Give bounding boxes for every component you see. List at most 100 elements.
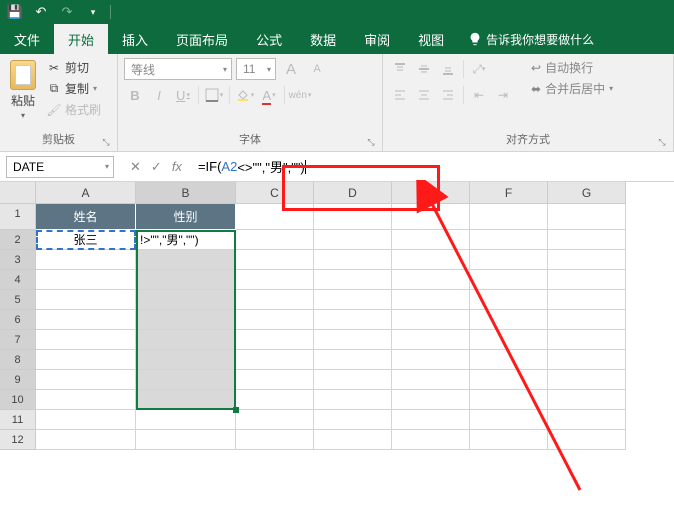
align-left-button[interactable] xyxy=(389,84,411,106)
confirm-formula-button[interactable]: ✓ xyxy=(151,159,162,175)
cell-B11[interactable] xyxy=(136,410,236,430)
cell[interactable] xyxy=(236,350,314,370)
cell-A7[interactable] xyxy=(36,330,136,350)
cell[interactable] xyxy=(548,430,626,450)
row-header-3[interactable]: 3 xyxy=(0,250,36,270)
dialog-launcher-icon[interactable]: ⤡ xyxy=(657,137,667,147)
cell[interactable] xyxy=(548,310,626,330)
cell[interactable] xyxy=(392,370,470,390)
align-middle-button[interactable] xyxy=(413,58,435,80)
align-bottom-button[interactable] xyxy=(437,58,459,80)
cell[interactable] xyxy=(392,330,470,350)
cancel-formula-button[interactable]: ✕ xyxy=(130,159,141,175)
col-header-B[interactable]: B xyxy=(136,182,236,204)
cell-A1[interactable]: 姓名 xyxy=(36,204,136,230)
format-painter-button[interactable]: 🖌 格式刷 xyxy=(44,100,104,119)
cell[interactable] xyxy=(548,290,626,310)
decrease-indent-button[interactable]: ⇤ xyxy=(468,84,490,106)
fill-color-button[interactable] xyxy=(234,84,256,106)
tab-formulas[interactable]: 公式 xyxy=(242,24,296,54)
align-right-button[interactable] xyxy=(437,84,459,106)
redo-icon[interactable]: ↷ xyxy=(58,3,76,21)
cell-B1[interactable]: 性别 xyxy=(136,204,236,230)
cell-C2[interactable] xyxy=(236,230,314,250)
tab-view[interactable]: 视图 xyxy=(404,24,458,54)
cell-F1[interactable] xyxy=(470,204,548,230)
cell-A6[interactable] xyxy=(36,310,136,330)
cell[interactable] xyxy=(392,410,470,430)
cell[interactable] xyxy=(314,350,392,370)
cell-C1[interactable] xyxy=(236,204,314,230)
cell[interactable] xyxy=(236,410,314,430)
row-header-12[interactable]: 12 xyxy=(0,430,36,450)
cell[interactable] xyxy=(236,310,314,330)
cell[interactable] xyxy=(314,330,392,350)
dialog-launcher-icon[interactable]: ⤡ xyxy=(366,137,376,147)
font-size-select[interactable]: 11▾ xyxy=(236,58,276,80)
cell-G1[interactable] xyxy=(548,204,626,230)
cell[interactable] xyxy=(548,330,626,350)
row-header-8[interactable]: 8 xyxy=(0,350,36,370)
cell[interactable] xyxy=(314,390,392,410)
paste-button[interactable]: 粘贴 ▾ xyxy=(6,58,40,122)
increase-indent-button[interactable]: ⇥ xyxy=(492,84,514,106)
cell[interactable] xyxy=(236,430,314,450)
cell[interactable] xyxy=(392,430,470,450)
orientation-button[interactable]: ⤢▾ xyxy=(468,58,490,80)
cell-D1[interactable] xyxy=(314,204,392,230)
fill-handle[interactable] xyxy=(233,407,239,413)
cell[interactable] xyxy=(470,430,548,450)
cell[interactable] xyxy=(236,390,314,410)
cell[interactable] xyxy=(314,250,392,270)
row-header-6[interactable]: 6 xyxy=(0,310,36,330)
cell[interactable] xyxy=(314,410,392,430)
cell-A12[interactable] xyxy=(36,430,136,450)
row-header-10[interactable]: 10 xyxy=(0,390,36,410)
cell[interactable] xyxy=(470,290,548,310)
cell[interactable] xyxy=(314,270,392,290)
select-all-corner[interactable] xyxy=(0,182,36,204)
row-header-7[interactable]: 7 xyxy=(0,330,36,350)
cell-B3[interactable] xyxy=(136,250,236,270)
cell[interactable] xyxy=(314,290,392,310)
cell-D2[interactable] xyxy=(314,230,392,250)
row-header-4[interactable]: 4 xyxy=(0,270,36,290)
row-header-2[interactable]: 2 xyxy=(0,230,36,250)
row-header-1[interactable]: 1 xyxy=(0,204,36,230)
formula-input[interactable]: =IF(A2<>"","男","") xyxy=(192,156,674,178)
cell-A10[interactable] xyxy=(36,390,136,410)
cell-B2[interactable]: !>"","男","") xyxy=(136,230,236,250)
col-header-G[interactable]: G xyxy=(548,182,626,204)
font-color-button[interactable]: A xyxy=(258,84,280,106)
fx-icon[interactable]: fx xyxy=(172,159,182,175)
shrink-font-button[interactable]: A xyxy=(306,58,328,80)
cell-A4[interactable] xyxy=(36,270,136,290)
cell-B8[interactable] xyxy=(136,350,236,370)
row-header-5[interactable]: 5 xyxy=(0,290,36,310)
cell[interactable] xyxy=(236,330,314,350)
copy-button[interactable]: ⧉ 复制 ▾ xyxy=(44,79,104,98)
col-header-E[interactable]: E xyxy=(392,182,470,204)
cell[interactable] xyxy=(236,250,314,270)
tab-home[interactable]: 开始 xyxy=(54,24,108,54)
cell[interactable] xyxy=(392,310,470,330)
cell-A5[interactable] xyxy=(36,290,136,310)
cell[interactable] xyxy=(392,250,470,270)
cell-B5[interactable] xyxy=(136,290,236,310)
cell-B12[interactable] xyxy=(136,430,236,450)
cell-A9[interactable] xyxy=(36,370,136,390)
undo-icon[interactable]: ↶ xyxy=(32,3,50,21)
dialog-launcher-icon[interactable]: ⤡ xyxy=(101,137,111,147)
underline-button[interactable]: U xyxy=(172,84,194,106)
cell[interactable] xyxy=(236,290,314,310)
cell[interactable] xyxy=(314,370,392,390)
cell[interactable] xyxy=(236,370,314,390)
cell[interactable] xyxy=(548,250,626,270)
tab-data[interactable]: 数据 xyxy=(296,24,350,54)
cell-B10[interactable] xyxy=(136,390,236,410)
cell-B6[interactable] xyxy=(136,310,236,330)
col-header-D[interactable]: D xyxy=(314,182,392,204)
cut-button[interactable]: ✂ 剪切 xyxy=(44,58,104,77)
qat-dropdown-icon[interactable]: ▾ xyxy=(84,3,102,21)
wrap-text-button[interactable]: ↩ 自动换行 xyxy=(528,58,616,77)
